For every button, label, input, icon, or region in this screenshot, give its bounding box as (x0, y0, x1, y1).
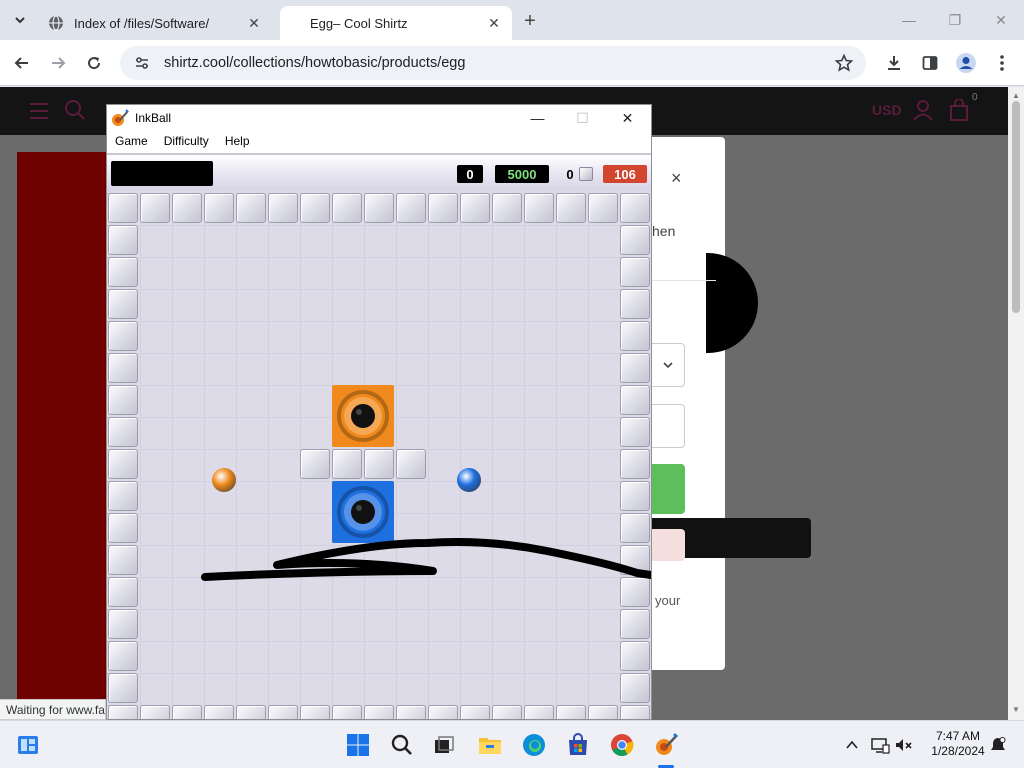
address-bar[interactable]: shirtz.cool/collections/howtobasic/produ… (120, 46, 866, 80)
account-icon[interactable] (912, 99, 934, 121)
inkball-menubar: Game Difficulty Help (107, 131, 651, 151)
reload-button[interactable] (80, 49, 108, 77)
inkball-maximize-button: ☐ (576, 109, 589, 126)
tab-index-software[interactable]: Index of /files/Software/ ✕ (36, 6, 272, 40)
task-view-icon[interactable] (430, 731, 458, 759)
forward-button[interactable] (44, 49, 72, 77)
globe-icon (48, 15, 64, 31)
side-panel-icon[interactable] (918, 51, 942, 75)
page-scrollbar[interactable]: ▲ ▼ (1008, 87, 1024, 720)
edge-icon[interactable] (520, 731, 548, 759)
chrome-icon[interactable] (608, 731, 636, 759)
menu-help[interactable]: Help (217, 134, 258, 148)
product-image (706, 253, 758, 353)
tab-egg-cool-shirtz[interactable]: Egg– Cool Shirtz ✕ (280, 6, 512, 40)
modal-text: hen (652, 223, 676, 239)
search-icon[interactable] (388, 731, 416, 759)
modal-select[interactable] (651, 343, 685, 387)
modal-close-icon[interactable]: × (671, 168, 682, 189)
game-board[interactable] (107, 191, 651, 719)
timer-display: 106 (603, 165, 647, 183)
new-tab-button[interactable]: + (518, 9, 542, 33)
minimize-button[interactable]: — (886, 0, 932, 40)
url-text: shirtz.cool/collections/howtobasic/produ… (164, 55, 466, 71)
block-icon (579, 167, 593, 181)
close-icon[interactable]: ✕ (244, 13, 264, 33)
inkball-close-button[interactable]: ✕ (605, 105, 650, 131)
scroll-down-icon[interactable]: ▼ (1012, 705, 1020, 714)
hero-banner (17, 152, 113, 700)
notifications-icon[interactable] (984, 731, 1012, 759)
clock-time: 7:47 AM (935, 729, 981, 743)
arrow-left-icon (14, 57, 28, 69)
download-icon[interactable] (882, 51, 906, 75)
clock[interactable]: 7:47 AM 1/28/2024 (924, 729, 992, 759)
modal-submit-button[interactable] (651, 464, 685, 514)
inkball-window: InkBall — ☐ ✕ Game Difficulty Help 0 500… (106, 104, 652, 720)
ink-stroke (201, 538, 651, 581)
menu-difficulty[interactable]: Difficulty (156, 134, 217, 148)
chevron-up-icon[interactable] (838, 731, 866, 759)
taskbar: 7:47 AM 1/28/2024 (0, 720, 1024, 768)
status-bubble: Waiting for www.fa (0, 699, 106, 720)
back-button[interactable] (8, 49, 36, 77)
modal-notice (651, 529, 685, 561)
scroll-thumb[interactable] (1012, 101, 1020, 313)
currency-selector[interactable]: USD (872, 102, 902, 118)
tab-title: Egg– Cool Shirtz (310, 15, 408, 31)
close-window-button[interactable]: ✕ (978, 0, 1024, 40)
bonus-display: 5000 (495, 165, 549, 183)
chevron-down-icon (662, 362, 673, 369)
cart-count: 0 (972, 92, 978, 103)
tab-title: Index of /files/Software/ (74, 15, 210, 31)
inkball-icon[interactable] (652, 731, 680, 759)
widgets-icon[interactable] (14, 731, 42, 759)
tab-search-button[interactable] (8, 8, 32, 32)
arrow-right-icon (52, 57, 66, 69)
browser-toolbar: shirtz.cool/collections/howtobasic/produ… (0, 40, 1024, 86)
close-icon[interactable]: ✕ (484, 13, 504, 33)
chevron-down-icon (15, 17, 25, 24)
bookmark-star-icon[interactable] (830, 54, 858, 72)
menu-game[interactable]: Game (107, 134, 156, 148)
inkball-minimize-button[interactable]: — (515, 105, 560, 131)
profile-avatar-icon[interactable] (954, 51, 978, 75)
cart-icon[interactable] (948, 98, 970, 121)
reload-icon (88, 57, 101, 70)
hamburger-menu-icon[interactable] (30, 103, 48, 124)
scroll-up-icon[interactable]: ▲ (1012, 91, 1020, 100)
lives-display: 0 (566, 166, 574, 182)
tab-strip: Index of /files/Software/ ✕ Egg– Cool Sh… (0, 0, 1024, 40)
score-display: 0 (457, 165, 483, 183)
window-title: InkBall (135, 111, 172, 125)
restore-button[interactable]: ❐ (932, 0, 978, 40)
time-bar (111, 161, 213, 186)
score-panel: 0 5000 0 106 (107, 153, 651, 191)
modal-input[interactable] (651, 404, 685, 448)
inkball-app-icon (112, 109, 129, 126)
search-icon[interactable] (64, 99, 86, 121)
clock-date: 1/28/2024 (931, 744, 985, 758)
start-icon[interactable] (344, 731, 372, 759)
volume-muted-icon[interactable] (890, 731, 918, 759)
store-icon[interactable] (564, 731, 592, 759)
file-explorer-icon[interactable] (476, 731, 504, 759)
divider (652, 280, 716, 281)
site-info-icon[interactable] (128, 55, 156, 71)
modal-text: your (655, 593, 681, 608)
more-menu-icon[interactable] (990, 51, 1014, 75)
